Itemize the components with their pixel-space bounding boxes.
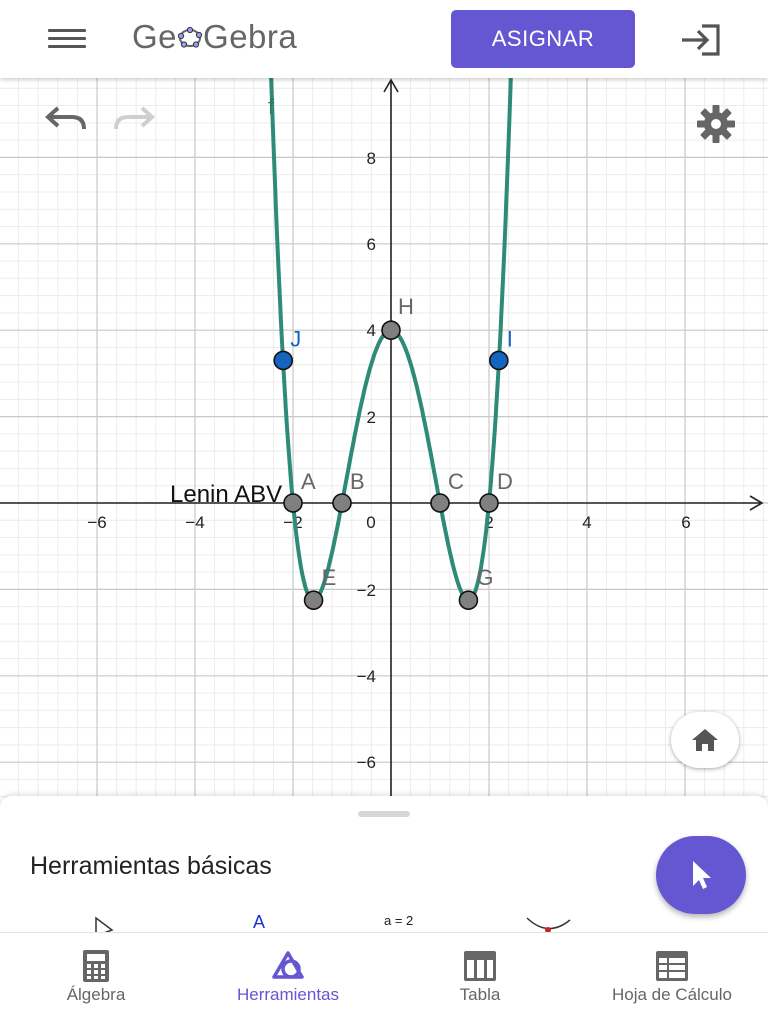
redo-icon [114, 106, 155, 130]
point-label-i: I [507, 326, 513, 351]
move-tool-icon[interactable] [95, 916, 114, 932]
tool-icons-strip: A a = 2 [95, 912, 571, 932]
points-layer: A B C D E G H J I [273, 294, 513, 611]
nav-algebra-label: Álgebra [66, 985, 126, 1004]
app-header: Ge Gebra ASIGNAR [0, 0, 768, 78]
nav-algebra[interactable]: Álgebra [0, 933, 192, 1024]
table-icon [464, 951, 496, 981]
calculator-icon [83, 950, 109, 982]
minor-grid [0, 78, 768, 798]
y-tick-label: −6 [357, 753, 376, 772]
y-tick-label: −2 [357, 581, 376, 600]
graph-canvas[interactable]: −6 −4 −2 0 2 4 6 8 6 4 2 −2 −4 −6 f Leni… [0, 78, 768, 798]
home-icon [692, 729, 718, 751]
x-tick-label: −6 [87, 513, 106, 532]
point-h[interactable] [381, 320, 401, 341]
lenin-text-annotation[interactable]: Lenin ABV [170, 481, 282, 508]
graphics-view[interactable]: −6 −4 −2 0 2 4 6 8 6 4 2 −2 −4 −6 f Leni… [0, 78, 768, 798]
nav-spreadsheet[interactable]: Hoja de Cálculo [576, 933, 768, 1024]
hamburger-menu-icon[interactable] [48, 24, 86, 54]
spreadsheet-icon [656, 951, 688, 981]
tools-panel: Herramientas básicas A a = 2 [0, 796, 768, 932]
x-tick-label: −4 [185, 513, 204, 532]
x-tick-label: 6 [681, 513, 690, 532]
point-label-b: B [350, 469, 365, 494]
point-d[interactable] [479, 493, 499, 513]
point-b[interactable] [332, 493, 352, 513]
slider-tool-icon[interactable]: a = 2 [384, 913, 413, 928]
intersect-tool-icon[interactable] [526, 917, 571, 930]
point-j[interactable] [273, 350, 294, 371]
point-c[interactable] [430, 493, 450, 513]
nav-table-label: Tabla [459, 985, 501, 1004]
y-tick-label: 4 [367, 321, 376, 340]
x-tick-label: 0 [366, 513, 375, 532]
tools-section-title: Herramientas básicas [30, 852, 272, 880]
nav-spreadsheet-label: Hoja de Cálculo [611, 985, 732, 1004]
logo-text-right: Gebra [203, 18, 298, 55]
point-g[interactable] [458, 590, 479, 611]
point-label-g: G [476, 565, 493, 590]
point-label-e: E [322, 565, 337, 590]
point-e[interactable] [303, 590, 324, 611]
home-view-button[interactable] [671, 712, 739, 768]
assign-button[interactable]: ASIGNAR [451, 10, 635, 68]
nav-tools-label: Herramientas [236, 985, 340, 1004]
function-label-f: f [268, 94, 275, 119]
tick-labels: −6 −4 −2 0 2 4 6 8 6 4 2 −2 −4 −6 [87, 149, 690, 772]
point-i[interactable] [488, 350, 509, 371]
move-tool-fab[interactable] [656, 836, 746, 914]
nav-tools[interactable]: Herramientas [192, 933, 384, 1024]
point-label-c: C [448, 469, 464, 494]
tools-shapes-icon [272, 951, 304, 979]
point-label-d: D [497, 469, 513, 494]
bottom-navigation: Álgebra Herramientas Tabla Hoja de Cálcu… [0, 932, 768, 1024]
geogebra-logo: Ge Gebra [132, 18, 297, 56]
sign-in-icon[interactable] [680, 22, 722, 58]
logo-text-left: Ge [132, 18, 178, 55]
point-label-j: J [290, 326, 301, 351]
point-a[interactable] [283, 493, 303, 513]
nav-table[interactable]: Tabla [384, 933, 576, 1024]
panel-drag-handle[interactable] [358, 811, 410, 817]
y-tick-label: 6 [367, 235, 376, 254]
y-tick-label: −4 [357, 667, 376, 686]
y-tick-label: 2 [367, 408, 376, 427]
point-label-a: A [301, 469, 316, 494]
point-tool-icon[interactable]: A [253, 912, 265, 932]
point-label-h: H [398, 294, 414, 319]
major-grid [0, 78, 768, 798]
axes [0, 78, 764, 798]
y-tick-label: 8 [367, 149, 376, 168]
undo-icon[interactable] [44, 100, 90, 134]
settings-gear-icon[interactable] [694, 102, 738, 146]
cursor-arrow-icon [693, 861, 711, 889]
geogebra-logo-icon [177, 26, 203, 48]
x-tick-label: 4 [582, 513, 591, 532]
